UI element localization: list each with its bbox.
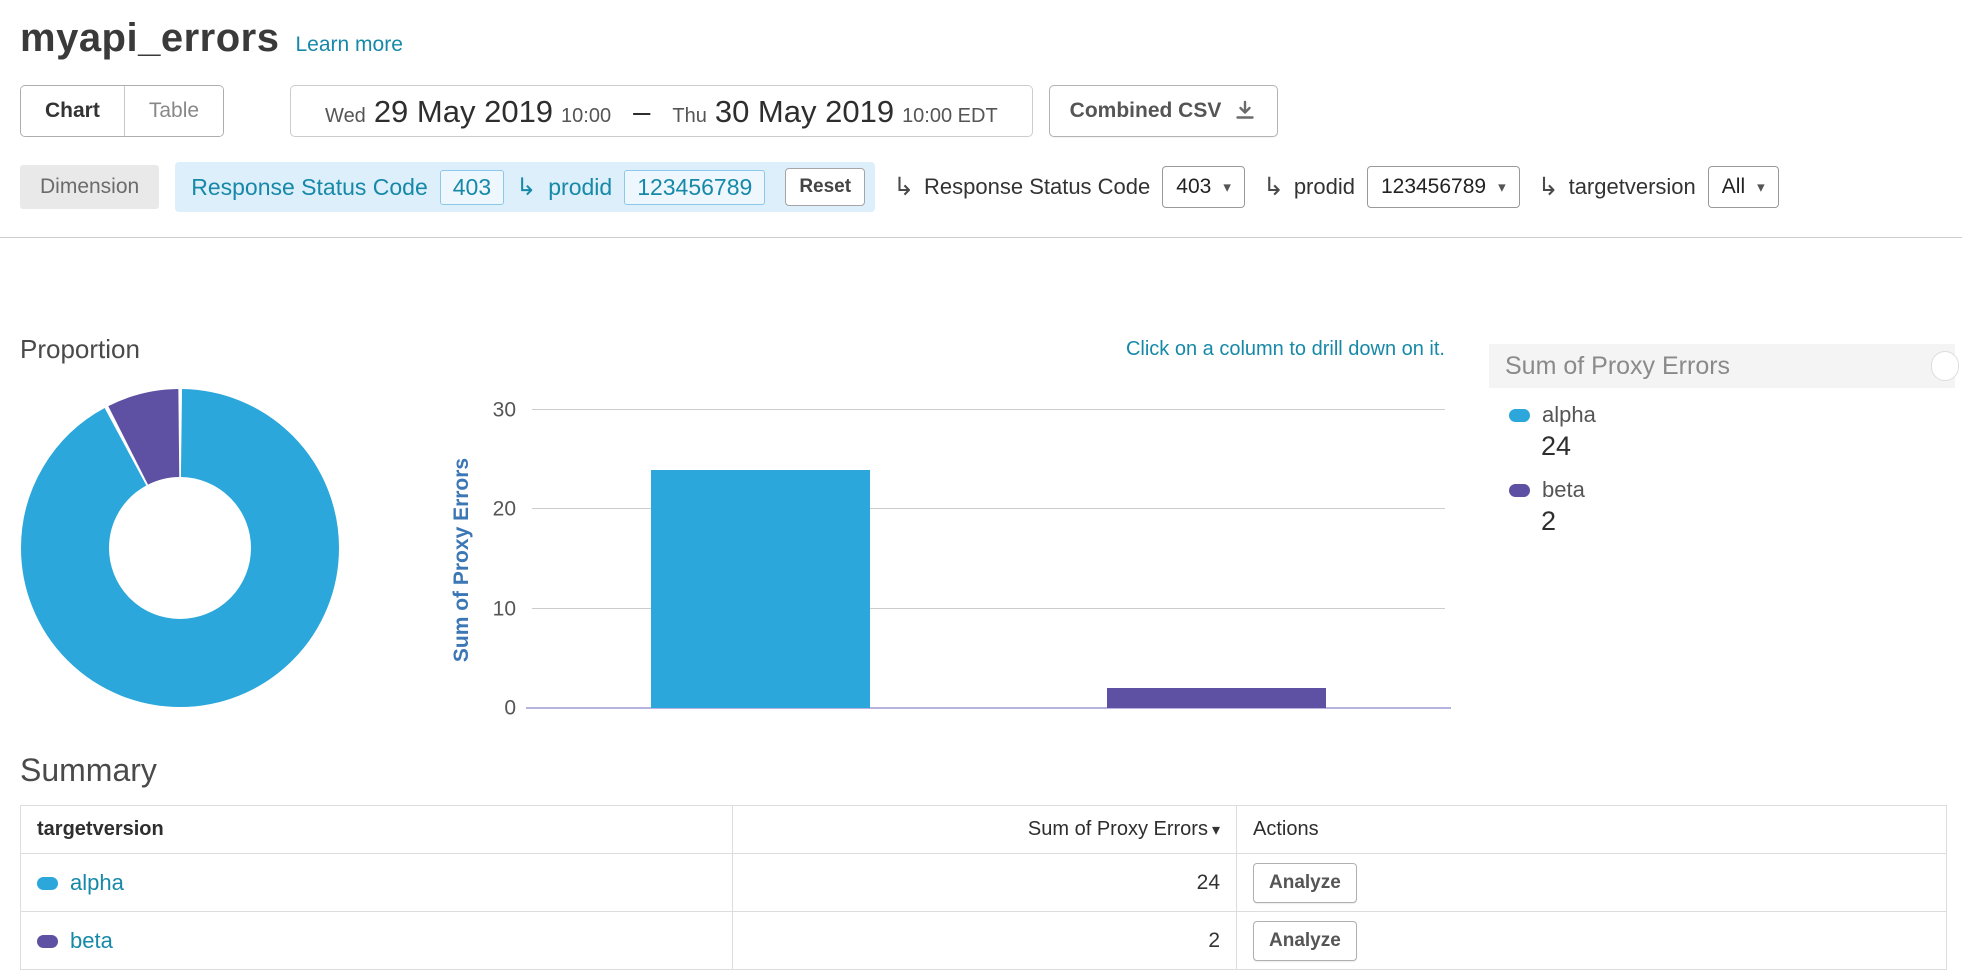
donut-slice-alpha	[65, 433, 295, 663]
table-header-row: targetversion Sum of Proxy Errors▾ Actio…	[21, 806, 1947, 854]
start-date: 29 May 2019	[374, 94, 553, 130]
legend-header: Sum of Proxy Errors	[1489, 344, 1955, 388]
table-view-button[interactable]: Table	[124, 86, 223, 136]
drilldown-value: 403	[1176, 175, 1211, 199]
summary-section: Summary targetversion Sum of Proxy Error…	[20, 752, 1942, 970]
table-row: beta 2 Analyze	[21, 912, 1947, 970]
legend-item: beta	[1509, 476, 1955, 504]
legend-item: alpha	[1509, 401, 1955, 429]
legend-title: Sum of Proxy Errors	[1505, 352, 1730, 381]
drilldown-label-prodid: prodid	[1294, 174, 1355, 200]
learn-more-link[interactable]: Learn more	[295, 33, 402, 57]
legend-label: alpha	[1542, 402, 1596, 428]
caret-down-icon: ▾	[1757, 178, 1765, 196]
report-page: myapi_errors Learn more Chart Table Wed …	[0, 0, 1962, 976]
drilldown-value: 123456789	[1381, 175, 1486, 199]
page-title: myapi_errors	[20, 16, 279, 61]
report-header: myapi_errors Learn more	[0, 0, 1962, 61]
y-tick-label: 10	[466, 598, 516, 619]
bar-alpha[interactable]	[651, 470, 870, 708]
dimension-bar: Dimension Response Status Code 403 ↳ pro…	[20, 163, 1962, 211]
legend-swatch-beta	[1509, 484, 1530, 497]
drilldown-value: All	[1722, 175, 1745, 199]
chart-area: Proportion Click on a column to drill do…	[0, 238, 1962, 738]
download-icon	[1233, 99, 1257, 123]
legend-panel: Sum of Proxy Errors alpha 24 beta 2	[1489, 344, 1955, 538]
legend-swatch-alpha	[1509, 409, 1530, 422]
caret-down-icon: ▾	[1223, 178, 1231, 196]
view-toggle: Chart Table	[20, 85, 224, 137]
dimension-link-alpha[interactable]: alpha	[70, 870, 124, 895]
proportion-donut-chart	[20, 388, 340, 708]
summary-heading: Summary	[20, 752, 1942, 789]
analyze-button[interactable]: Analyze	[1253, 921, 1357, 961]
y-tick-label: 20	[466, 499, 516, 520]
drill-arrow-icon: ↳	[516, 173, 536, 202]
drill-arrow-icon: ↳	[893, 172, 914, 202]
legend-value: 24	[1541, 431, 1955, 463]
caret-down-icon: ▾	[1498, 178, 1506, 196]
chart-view-button[interactable]: Chart	[21, 86, 124, 136]
table-row: alpha 24 Analyze	[21, 854, 1947, 912]
drilldown-select-response-status-code[interactable]: 403 ▾	[1162, 166, 1245, 208]
bar-chart-y-axis-title: Sum of Proxy Errors	[450, 458, 474, 662]
filter-value: 403	[440, 170, 504, 205]
date-range-separator: –	[633, 94, 650, 130]
summary-table: targetversion Sum of Proxy Errors▾ Actio…	[20, 805, 1947, 970]
combined-csv-button[interactable]: Combined CSV	[1049, 85, 1279, 137]
bar-chart: 0102030	[532, 410, 1445, 708]
applied-filters: Response Status Code 403 ↳ prodid 123456…	[175, 162, 875, 212]
dimension-label: Dimension	[20, 165, 159, 209]
column-header-actions: Actions	[1237, 806, 1947, 854]
drilldown-label-targetversion: targetversion	[1569, 174, 1696, 200]
end-day: Thu	[672, 105, 706, 128]
metric-cell: 2	[733, 912, 1237, 970]
proportion-title: Proportion	[20, 334, 140, 365]
row-swatch-alpha	[37, 877, 58, 890]
sort-desc-icon: ▾	[1212, 822, 1220, 839]
drilldown-label-response-status-code: Response Status Code	[924, 174, 1150, 200]
bar-beta[interactable]	[1107, 688, 1326, 708]
start-time: 10:00	[561, 105, 611, 128]
legend-value: 2	[1541, 506, 1955, 538]
date-range-picker[interactable]: Wed 29 May 2019 10:00 – Thu 30 May 2019 …	[290, 85, 1033, 137]
column-header-metric-label: Sum of Proxy Errors	[1028, 818, 1208, 840]
end-time: 10:00 EDT	[902, 105, 998, 128]
filter-value: 123456789	[624, 170, 765, 205]
reset-button[interactable]: Reset	[785, 168, 865, 206]
drill-arrow-icon: ↳	[1263, 172, 1284, 202]
y-tick-label: 30	[466, 400, 516, 421]
y-tick-label: 0	[466, 698, 516, 719]
column-header-targetversion: targetversion	[21, 806, 733, 854]
drilldown-select-prodid[interactable]: 123456789 ▾	[1367, 166, 1520, 208]
filter-name: prodid	[548, 174, 612, 201]
filter-name: Response Status Code	[191, 174, 428, 201]
dimension-link-beta[interactable]: beta	[70, 928, 113, 953]
legend-label: beta	[1542, 477, 1585, 503]
metric-cell: 24	[733, 854, 1237, 912]
drilldown-select-targetversion[interactable]: All ▾	[1708, 166, 1779, 208]
drilldown-hint: Click on a column to drill down on it.	[1126, 338, 1445, 361]
drill-arrow-icon: ↳	[1538, 172, 1559, 202]
gridline	[532, 409, 1445, 410]
legend-scroll-pill	[1931, 351, 1959, 381]
start-day: Wed	[325, 105, 366, 128]
end-date: 30 May 2019	[715, 94, 894, 130]
column-header-metric[interactable]: Sum of Proxy Errors▾	[733, 806, 1237, 854]
toolbar: Chart Table Wed 29 May 2019 10:00 – Thu …	[20, 85, 1962, 137]
combined-csv-label: Combined CSV	[1070, 99, 1222, 123]
row-swatch-beta	[37, 935, 58, 948]
analyze-button[interactable]: Analyze	[1253, 863, 1357, 903]
